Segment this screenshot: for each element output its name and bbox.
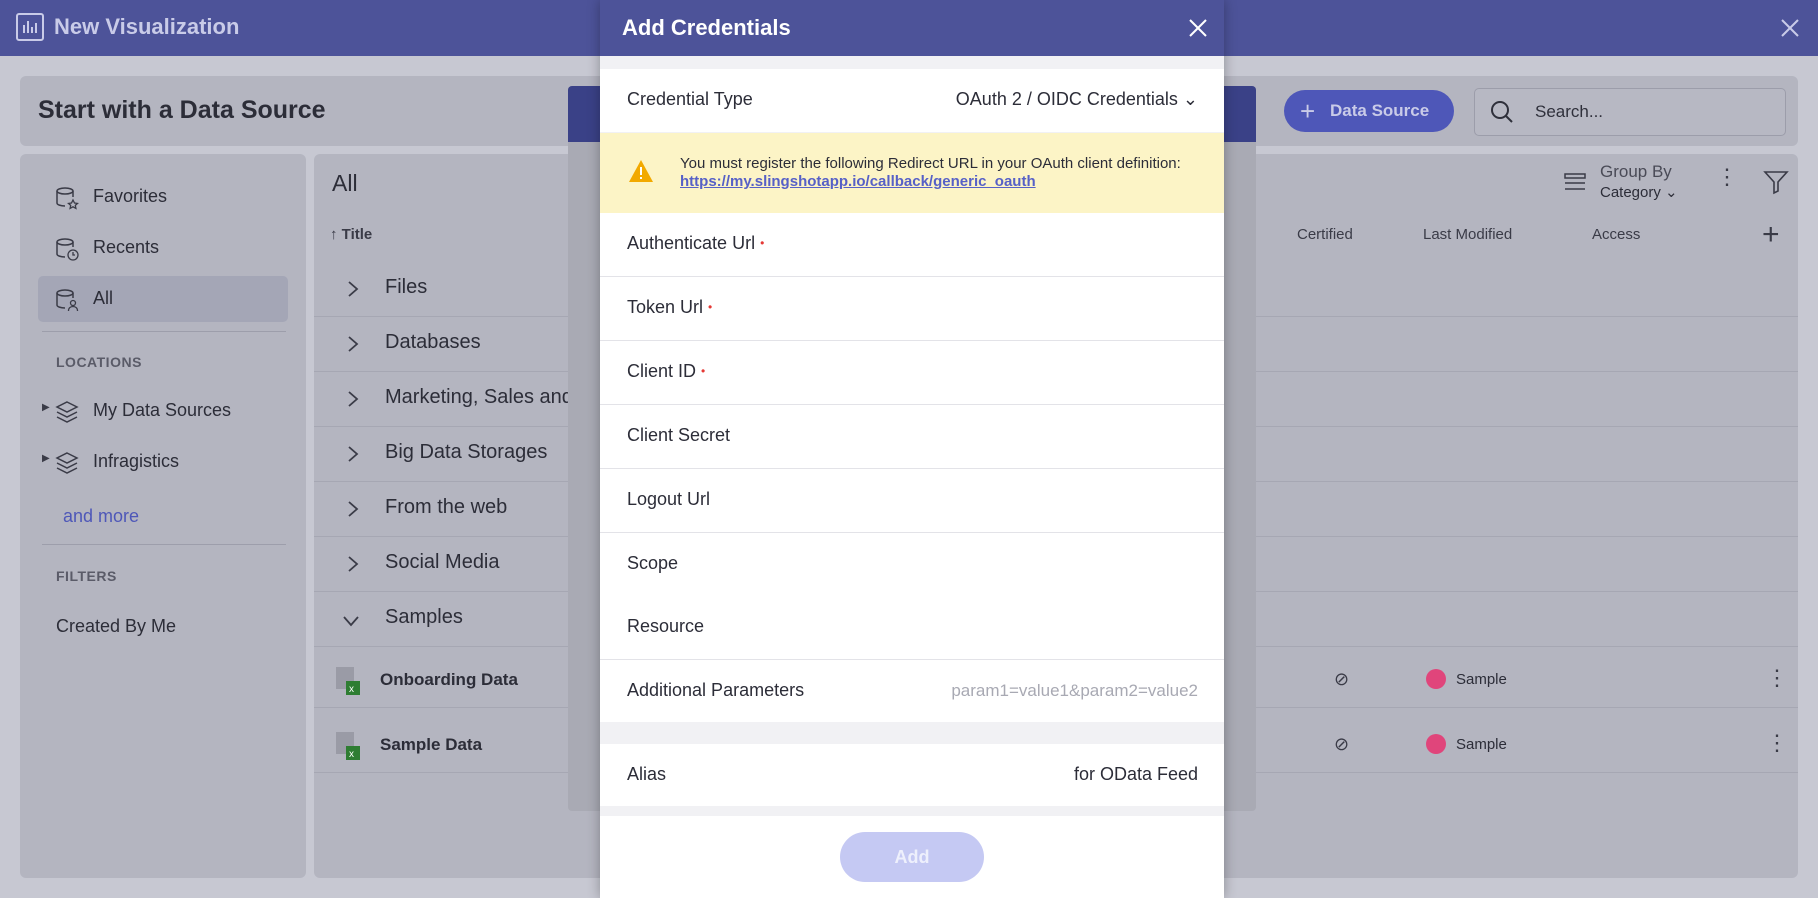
more-options-icon[interactable]: ⋮	[1716, 164, 1738, 190]
add-button[interactable]: Add	[840, 832, 984, 882]
layers-icon	[55, 401, 79, 423]
logout-url-field[interactable]: Logout Url	[600, 469, 1224, 533]
search-input[interactable]: Search...	[1474, 88, 1786, 136]
resource-field[interactable]: Resource	[600, 596, 1224, 660]
warning-icon	[629, 160, 653, 182]
add-data-source-button[interactable]: + Data Source	[1284, 90, 1454, 132]
client-secret-field[interactable]: Client Secret	[600, 405, 1224, 469]
filter-icon[interactable]	[1762, 168, 1790, 196]
dialog-title: Add Credentials	[622, 15, 791, 40]
database-user-icon	[56, 289, 79, 312]
svg-text:x: x	[349, 749, 354, 760]
database-star-icon	[56, 187, 79, 210]
group-by-label: Group By	[1600, 162, 1672, 181]
column-last-modified[interactable]: Last Modified	[1423, 226, 1512, 243]
not-certified-icon: ⊘	[1334, 734, 1350, 754]
token-url-field[interactable]: Token Url •	[600, 277, 1224, 341]
credential-type-select[interactable]: Credential Type OAuth 2 / OIDC Credentia…	[600, 69, 1224, 132]
svg-text:x: x	[349, 684, 354, 695]
group-by-select[interactable]: Category ⌄	[1600, 183, 1678, 201]
sample-badge-icon	[1426, 669, 1446, 689]
page-title: Start with a Data Source	[38, 96, 326, 124]
redirect-url-warning: You must register the following Redirect…	[600, 133, 1224, 213]
required-marker: •	[708, 300, 713, 314]
add-column-icon[interactable]: +	[1762, 218, 1780, 252]
alias-field[interactable]: Alias for OData Feed	[600, 744, 1224, 806]
dialog-header: Add Credentials	[600, 0, 1224, 56]
column-title[interactable]: ↑ Title	[330, 226, 372, 243]
group-by-icon[interactable]	[1562, 170, 1588, 196]
filters-header: FILTERS	[56, 568, 117, 584]
sidebar-item-infragistics[interactable]: ▶ Infragistics	[38, 439, 288, 485]
client-id-field[interactable]: Client ID •	[600, 341, 1224, 405]
close-icon[interactable]	[1776, 14, 1804, 42]
not-certified-icon: ⊘	[1334, 669, 1350, 689]
close-icon[interactable]	[1186, 16, 1210, 40]
and-more-link[interactable]: and more	[63, 506, 139, 527]
divider	[42, 331, 286, 332]
required-marker: •	[760, 236, 765, 250]
search-icon	[1491, 101, 1513, 123]
required-marker: •	[701, 364, 706, 378]
filter-created-by-me[interactable]: Created By Me	[56, 616, 176, 637]
sidebar-item-all[interactable]: All	[38, 276, 288, 322]
sidebar-item-recents[interactable]: Recents	[38, 225, 288, 271]
expand-arrow-icon[interactable]: ▶	[42, 402, 50, 413]
redirect-url-link[interactable]: https://my.slingshotapp.io/callback/gene…	[680, 173, 1036, 190]
expand-arrow-icon[interactable]: ▶	[42, 453, 50, 464]
sample-badge-icon	[1426, 734, 1446, 754]
sidebar-item-favorites[interactable]: Favorites	[38, 174, 288, 220]
sidebar-item-my-data-sources[interactable]: ▶ My Data Sources	[38, 388, 288, 434]
column-certified[interactable]: Certified	[1297, 226, 1353, 243]
visualization-icon	[16, 13, 44, 41]
app-title: New Visualization	[54, 14, 240, 39]
warning-message: You must register the following Redirect…	[680, 155, 1181, 172]
divider	[42, 544, 286, 545]
row-menu-icon[interactable]: ⋮	[1766, 665, 1788, 691]
plus-icon: +	[1300, 96, 1316, 126]
excel-file-icon: x	[336, 732, 360, 760]
scope-field[interactable]: Scope	[600, 533, 1224, 597]
layers-icon	[55, 452, 79, 474]
additional-parameters-field[interactable]: Additional Parameters param1=value1&param…	[600, 660, 1224, 722]
excel-file-icon: x	[336, 667, 360, 695]
sidebar: Favorites Recents All LOCATIONS ▶ My Dat…	[20, 154, 306, 878]
locations-header: LOCATIONS	[56, 354, 142, 370]
column-access[interactable]: Access	[1592, 226, 1640, 243]
list-heading: All	[332, 170, 358, 196]
authenticate-url-field[interactable]: Authenticate Url •	[600, 213, 1224, 277]
chevron-down-icon: ⌄	[1182, 89, 1198, 109]
row-menu-icon[interactable]: ⋮	[1766, 730, 1788, 756]
database-clock-icon	[56, 238, 79, 261]
